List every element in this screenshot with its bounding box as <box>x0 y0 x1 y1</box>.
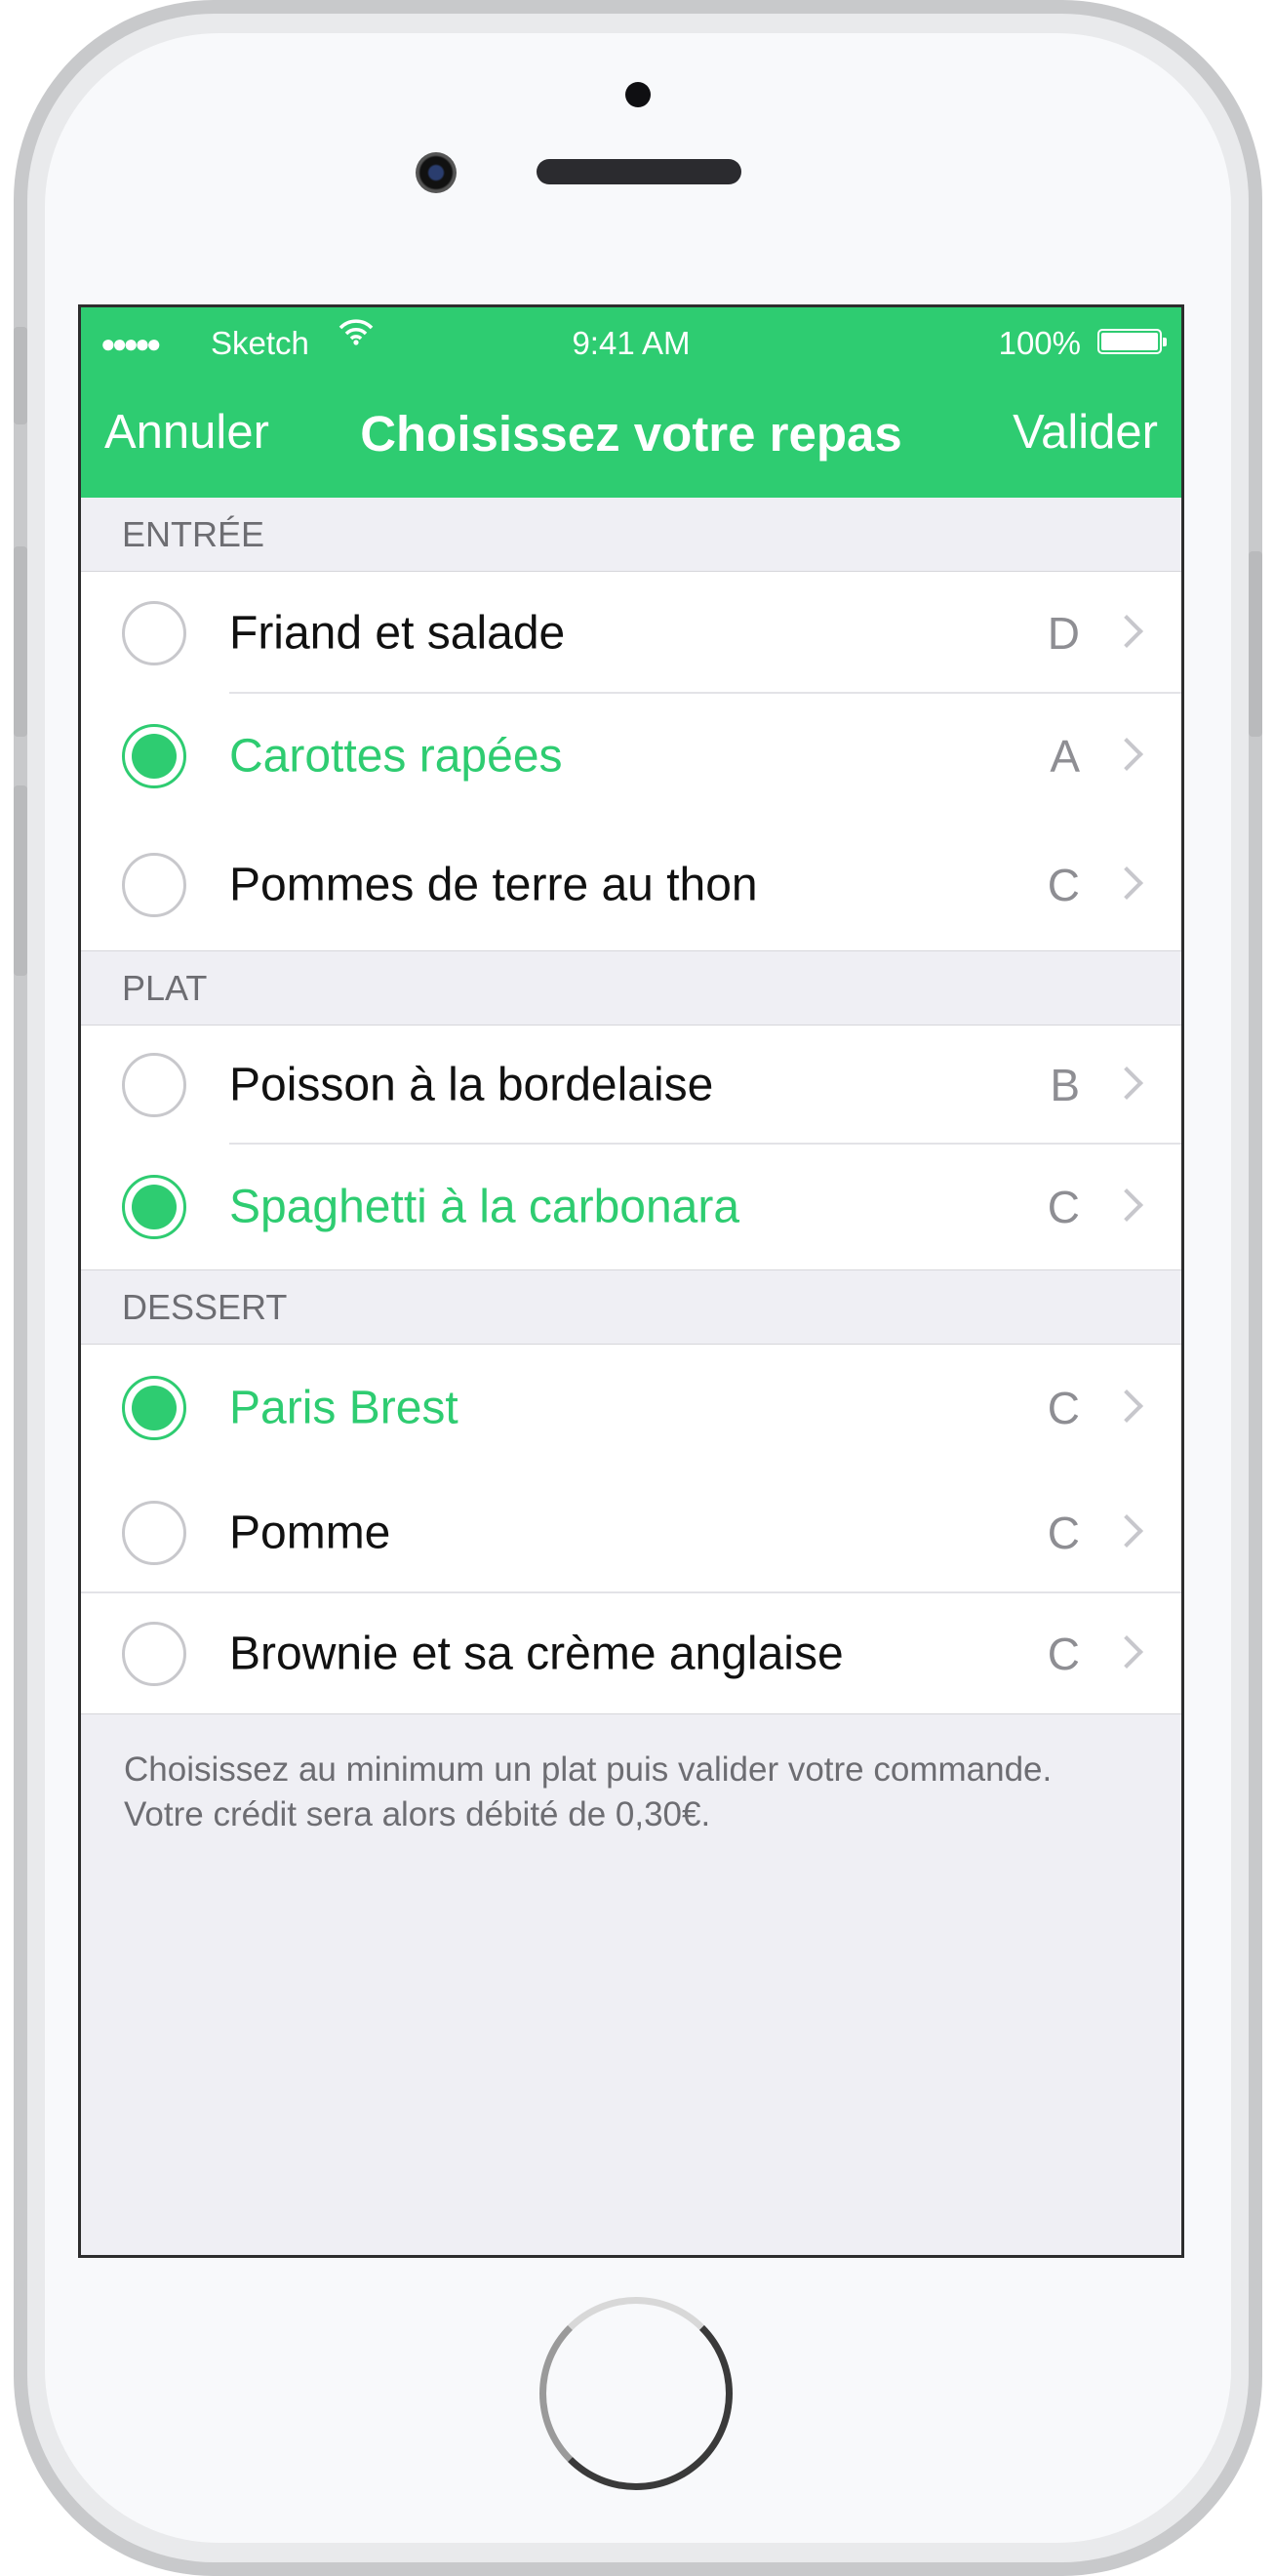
navigation-bar: ●●●●● Sketch 9:41 AM 100% Annuler Choisi… <box>81 307 1181 498</box>
group-plat: Poisson à la bordelaise B Spaghetti à la… <box>81 1025 1181 1270</box>
status-bar: ●●●●● Sketch 9:41 AM 100% <box>81 319 1181 366</box>
volume-up-button <box>14 546 27 737</box>
radio-button-selected[interactable] <box>122 724 186 788</box>
nutri-grade: C <box>1047 1182 1080 1232</box>
item-label: Spaghetti à la carbonara <box>229 1181 740 1233</box>
screen: ●●●●● Sketch 9:41 AM 100% Annuler Choisi… <box>78 304 1184 2258</box>
item-label: Friand et salade <box>229 607 566 659</box>
nutri-grade: A <box>1050 731 1080 782</box>
chevron-right-icon[interactable] <box>1110 614 1143 648</box>
chevron-right-icon[interactable] <box>1110 1389 1143 1423</box>
earpiece-speaker <box>537 159 741 184</box>
radio-button-selected[interactable] <box>122 1376 186 1440</box>
battery-icon <box>1097 329 1167 354</box>
nutri-grade: C <box>1047 1628 1080 1679</box>
home-button[interactable] <box>539 2297 733 2490</box>
nutri-grade: D <box>1047 607 1080 659</box>
section-header-entree: ENTRÉE <box>81 498 1181 571</box>
item-label: Pomme <box>229 1507 391 1558</box>
radio-button[interactable] <box>122 852 186 917</box>
radio-button[interactable] <box>122 1053 186 1117</box>
radio-button-selected[interactable] <box>122 1175 186 1239</box>
nutri-grade: C <box>1047 1383 1080 1433</box>
nutri-grade: B <box>1050 1060 1080 1110</box>
radio-button[interactable] <box>122 600 186 665</box>
menu-item[interactable]: Poisson à la bordelaise B <box>81 1026 1181 1145</box>
chevron-right-icon[interactable] <box>1110 865 1143 900</box>
chevron-right-icon[interactable] <box>1110 1067 1143 1100</box>
nutri-grade: C <box>1047 1507 1080 1558</box>
group-entree: Friand et salade D Carottes rapées A Pom… <box>81 571 1181 951</box>
footer-note: Choisissez au minimum un plat puis valid… <box>124 1751 1053 1833</box>
menu-item[interactable]: Pomme C <box>81 1471 1181 1593</box>
menu-item[interactable]: Brownie et sa crème anglaise C <box>81 1593 1181 1713</box>
chevron-right-icon[interactable] <box>1110 1188 1143 1222</box>
proximity-sensor <box>625 82 651 107</box>
item-label: Brownie et sa crème anglaise <box>229 1628 844 1679</box>
menu-item[interactable]: Spaghetti à la carbonara C <box>81 1145 1181 1269</box>
menu-item[interactable]: Pommes de terre au thon C <box>81 819 1181 950</box>
radio-button[interactable] <box>122 1621 186 1686</box>
chevron-right-icon[interactable] <box>1110 738 1143 771</box>
item-label: Carottes rapées <box>229 730 563 783</box>
menu-item[interactable]: Friand et salade D <box>81 572 1181 694</box>
radio-button[interactable] <box>122 1500 186 1565</box>
menu-item[interactable]: Paris Brest C <box>81 1345 1181 1471</box>
item-label: Poisson à la bordelaise <box>229 1059 714 1111</box>
chevron-right-icon[interactable] <box>1110 1513 1143 1548</box>
item-label: Pommes de terre au thon <box>229 859 758 910</box>
validate-button[interactable]: Valider <box>1013 405 1158 460</box>
battery-percentage: 100% <box>998 325 1081 361</box>
volume-down-button <box>14 785 27 976</box>
item-label: Paris Brest <box>229 1382 458 1434</box>
section-header-plat: PLAT <box>81 951 1181 1025</box>
menu-item[interactable]: Carottes rapées A <box>81 694 1181 819</box>
nutri-grade: C <box>1047 859 1080 910</box>
group-dessert: Paris Brest C Pomme C Brownie et sa crèm… <box>81 1344 1181 1714</box>
section-header-dessert: DESSERT <box>81 1270 1181 1344</box>
power-button <box>1249 551 1262 737</box>
chevron-right-icon[interactable] <box>1110 1634 1143 1669</box>
front-camera-icon <box>416 152 457 193</box>
mute-switch <box>14 327 27 424</box>
